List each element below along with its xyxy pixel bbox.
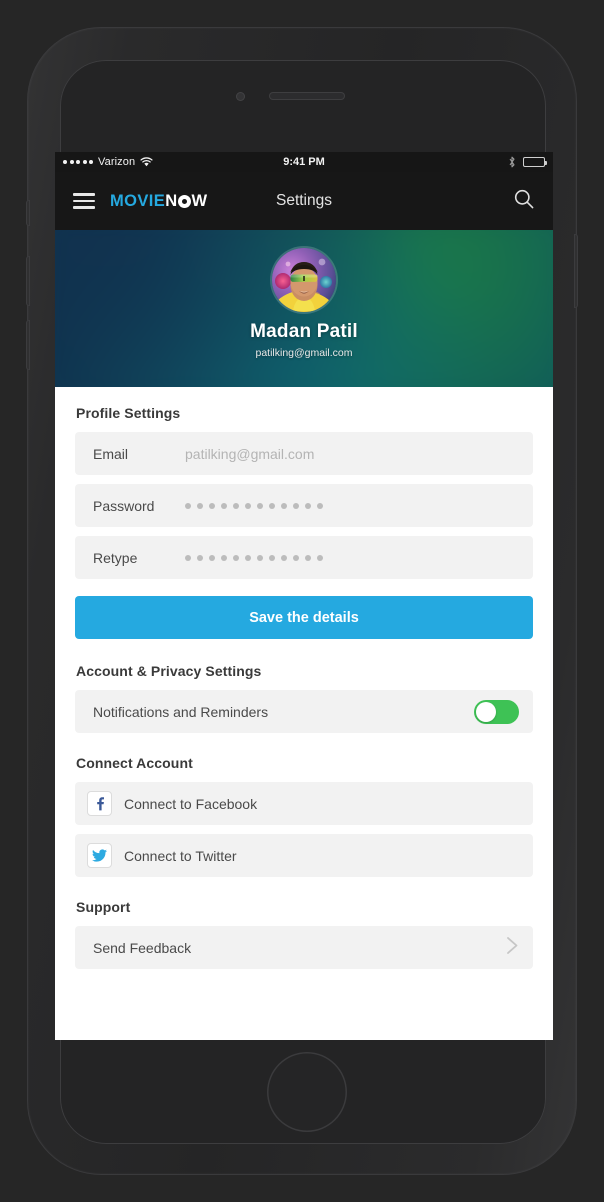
bluetooth-icon [508, 156, 516, 168]
avatar[interactable] [272, 248, 336, 312]
send-feedback-row[interactable]: Send Feedback [75, 926, 533, 969]
hamburger-menu-icon[interactable] [73, 193, 95, 209]
connect-facebook-label: Connect to Facebook [124, 795, 258, 812]
facebook-icon [87, 791, 112, 816]
avatar-photo [272, 248, 336, 312]
logo-o-reel-icon [178, 194, 192, 208]
status-bar: Varizon 9:41 PM [55, 152, 553, 172]
earpiece-speaker [269, 92, 345, 100]
connect-facebook-row[interactable]: Connect to Facebook [75, 782, 533, 825]
logo-movie-text: MOVIE [110, 191, 166, 210]
silent-switch-button[interactable] [26, 200, 30, 226]
email-field-row[interactable]: Email patilking@gmail.com [75, 432, 533, 475]
notifications-toggle[interactable] [474, 699, 519, 724]
retype-field-row[interactable]: Retype [75, 536, 533, 579]
connect-twitter-label: Connect to Twitter [124, 847, 237, 864]
front-camera-icon [236, 92, 245, 101]
retype-field-value[interactable] [185, 554, 323, 561]
password-field-label: Password [93, 497, 155, 514]
app-logo[interactable]: MOVIE N W [110, 192, 208, 211]
email-field-label: Email [93, 445, 129, 462]
account-privacy-heading: Account & Privacy Settings [76, 663, 262, 679]
password-field-value[interactable] [185, 502, 323, 509]
support-heading: Support [76, 899, 131, 915]
profile-email: patilking@gmail.com [255, 347, 353, 359]
password-field-row[interactable]: Password [75, 484, 533, 527]
profile-banner: Madan Patil patilking@gmail.com [55, 230, 553, 387]
settings-content: Profile Settings Email patilking@gmail.c… [55, 387, 553, 969]
volume-up-button[interactable] [26, 256, 30, 306]
battery-icon [523, 157, 547, 167]
notifications-row[interactable]: Notifications and Reminders [75, 690, 533, 733]
home-button[interactable] [267, 1052, 347, 1132]
notifications-label: Notifications and Reminders [93, 703, 269, 720]
signal-strength-icon [63, 160, 93, 164]
carrier-name: Varizon [98, 156, 136, 168]
email-field-value[interactable]: patilking@gmail.com [185, 446, 314, 462]
logo-w-text: W [191, 191, 208, 210]
power-button[interactable] [574, 234, 578, 308]
logo-n-text: N [165, 191, 178, 210]
chevron-right-icon [506, 936, 519, 960]
connect-twitter-row[interactable]: Connect to Twitter [75, 834, 533, 877]
profile-name: Madan Patil [250, 321, 358, 342]
app-navigation-bar: MOVIE N W Settings [55, 172, 553, 230]
volume-down-button[interactable] [26, 320, 30, 370]
connect-account-heading: Connect Account [76, 755, 193, 771]
twitter-icon [87, 843, 112, 868]
send-feedback-label: Send Feedback [93, 939, 192, 956]
retype-field-label: Retype [93, 549, 138, 566]
save-details-button[interactable]: Save the details [75, 596, 533, 639]
phone-screen: Varizon 9:41 PM MOVIE N W Settings Madan… [55, 152, 553, 1040]
wifi-icon [140, 157, 153, 167]
search-icon[interactable] [513, 188, 535, 215]
status-bar-left: Varizon [63, 156, 153, 168]
profile-settings-heading: Profile Settings [76, 405, 181, 421]
toggle-knob [476, 701, 496, 722]
status-bar-right [508, 156, 547, 168]
